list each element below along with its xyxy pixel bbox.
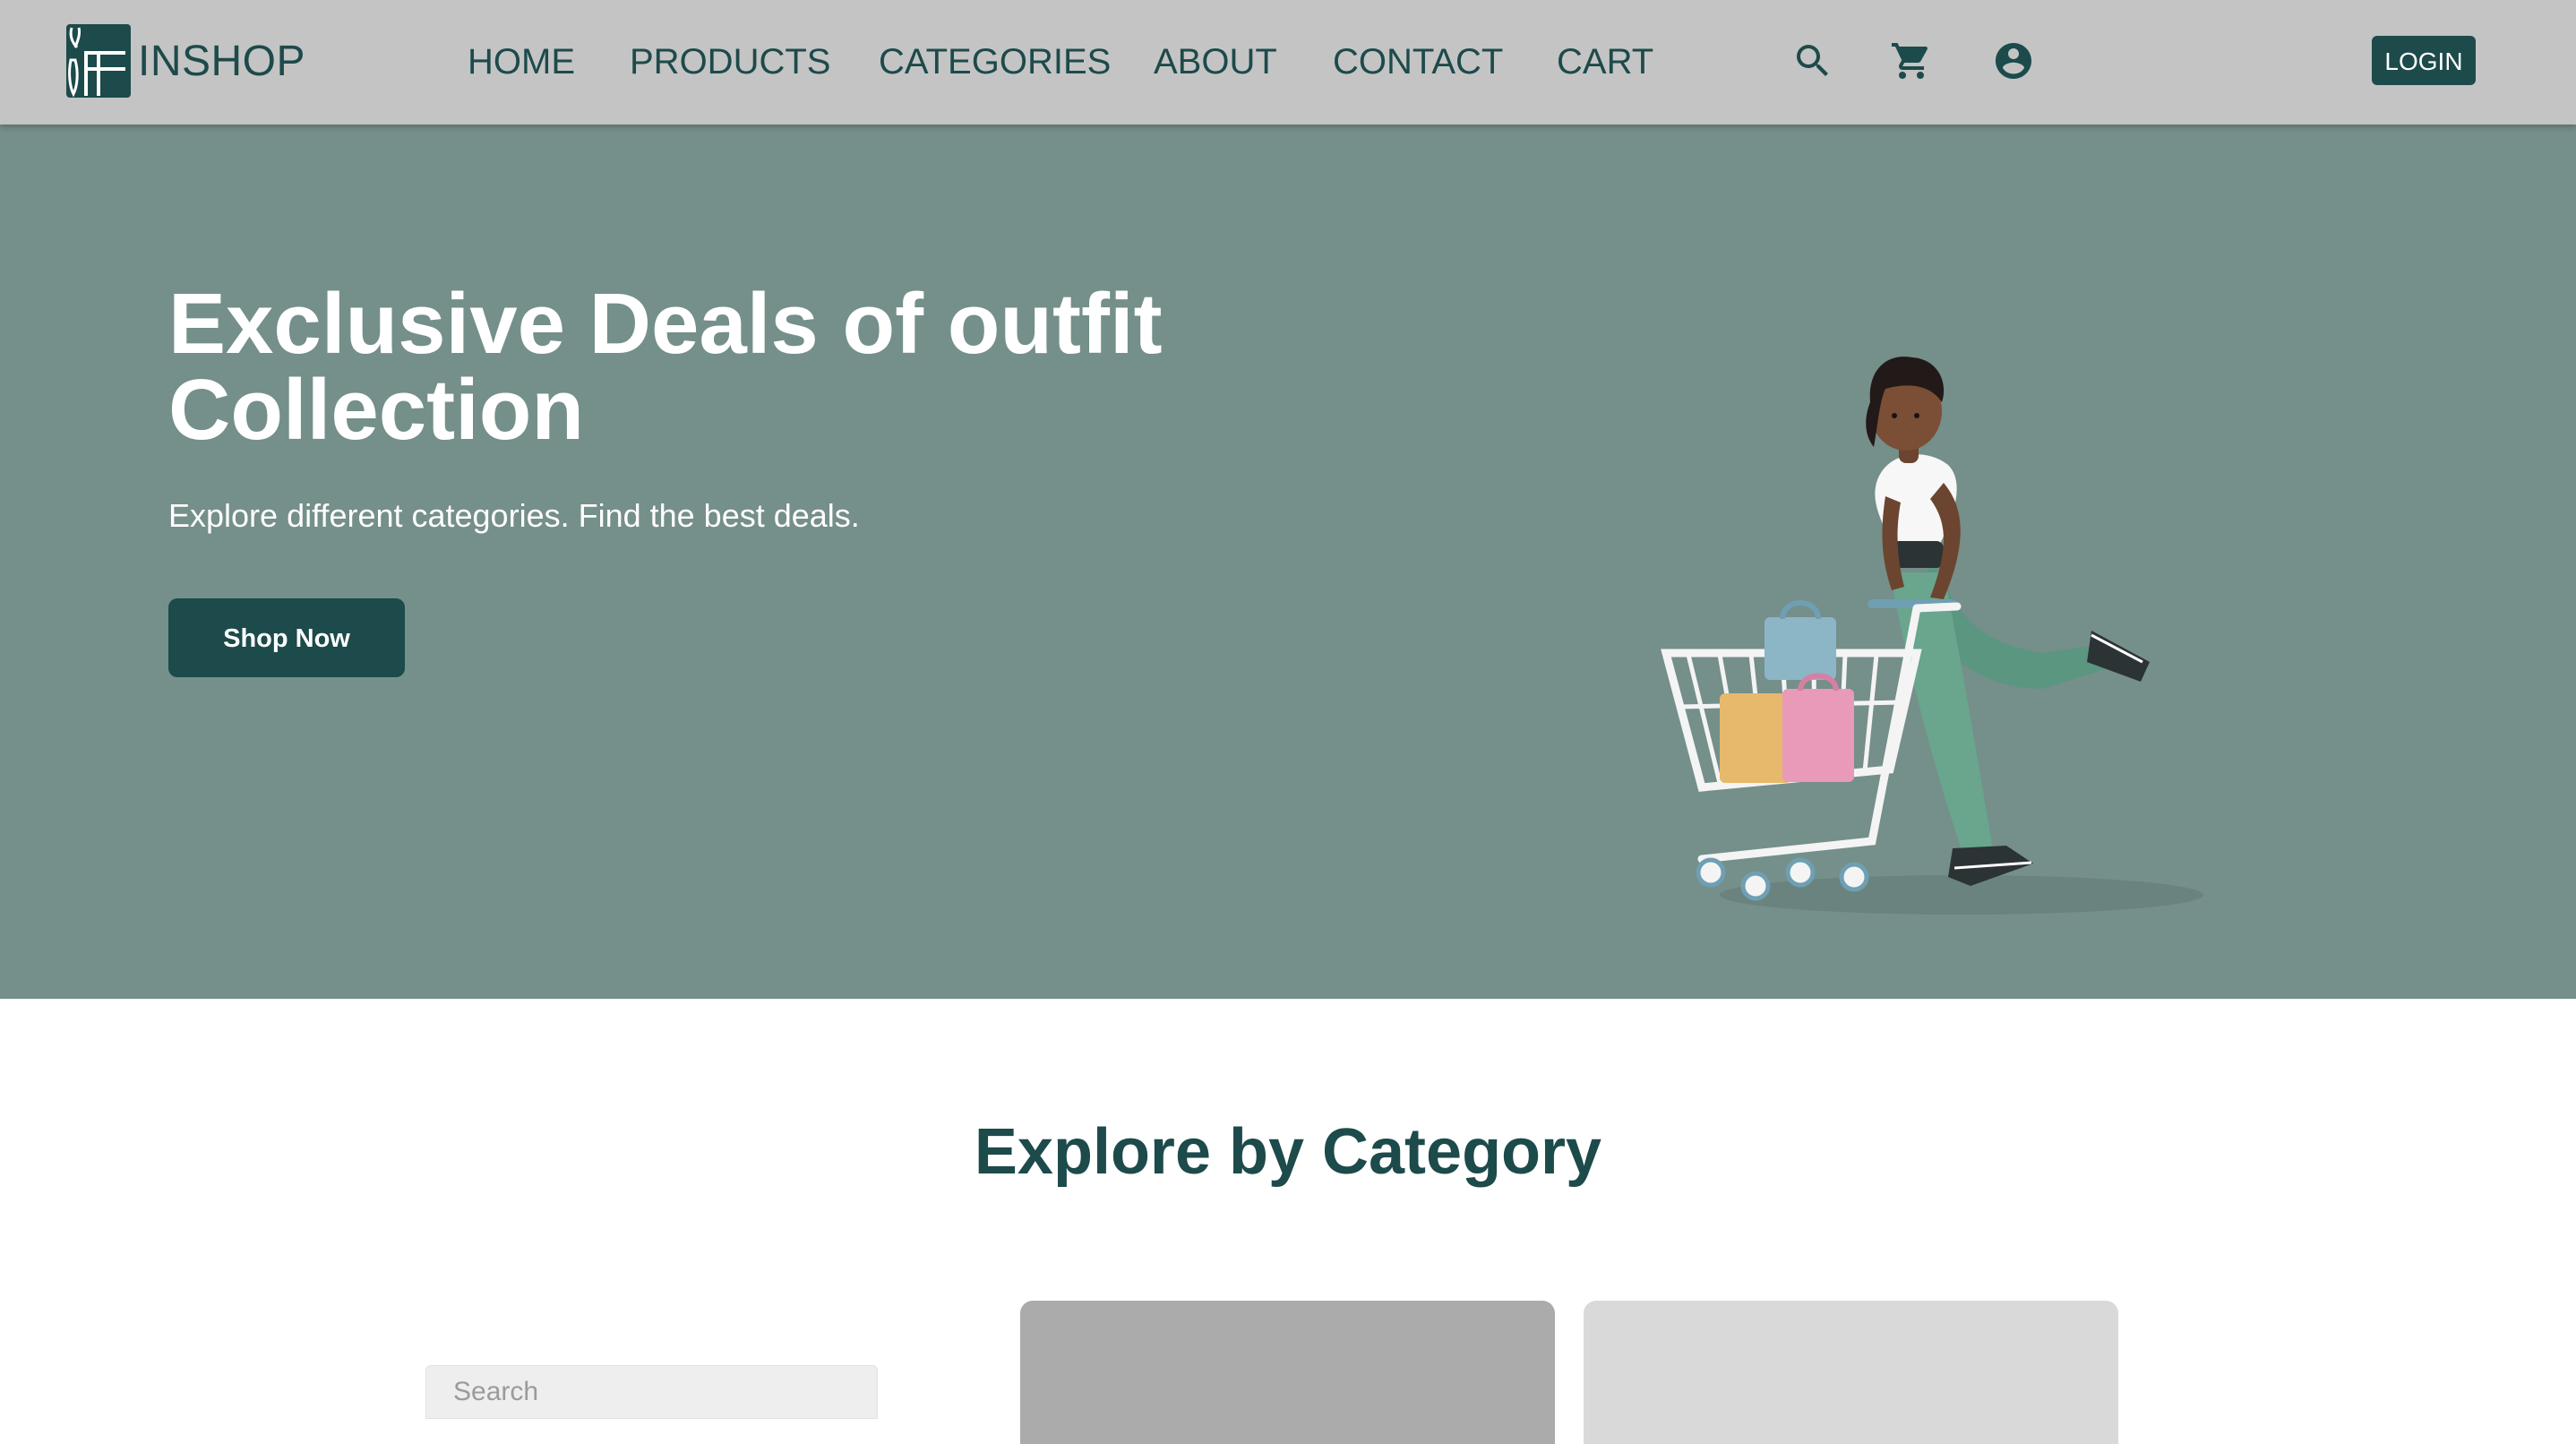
nav-cart[interactable]: CART — [1557, 39, 1653, 85]
hero-title: Exclusive Deals of outfit Collection — [168, 276, 1163, 458]
site-header: INSHOP HOME PRODUCTS CATEGORIES ABOUT CO… — [0, 0, 2576, 125]
category-card[interactable] — [1020, 1301, 1555, 1444]
nav-home[interactable]: HOME — [468, 39, 575, 85]
hero-subtitle: Explore different categories. Find the b… — [168, 497, 860, 534]
brand-name: INSHOP — [138, 37, 306, 85]
nav-about[interactable]: ABOUT — [1154, 39, 1277, 85]
cart-icon[interactable] — [1890, 39, 1933, 82]
section-title-categories: Explore by Category — [974, 1116, 1602, 1188]
shop-now-button[interactable]: Shop Now — [168, 598, 405, 677]
category-search-input[interactable] — [425, 1365, 878, 1419]
nav-products[interactable]: PRODUCTS — [630, 39, 830, 85]
category-card[interactable] — [1584, 1301, 2118, 1444]
hero-banner: Exclusive Deals of outfit Collection Exp… — [0, 125, 2576, 999]
account-circle-icon[interactable] — [1992, 39, 2035, 82]
nav-categories[interactable]: CATEGORIES — [879, 39, 1111, 85]
logo-icon — [66, 24, 131, 98]
nav-contact[interactable]: CONTACT — [1333, 39, 1503, 85]
search-icon[interactable] — [1791, 39, 1834, 82]
brand-logo-link[interactable]: INSHOP — [66, 23, 305, 99]
login-button[interactable]: LOGIN — [2372, 36, 2476, 85]
shopping-woman-illustration — [1661, 357, 2203, 915]
